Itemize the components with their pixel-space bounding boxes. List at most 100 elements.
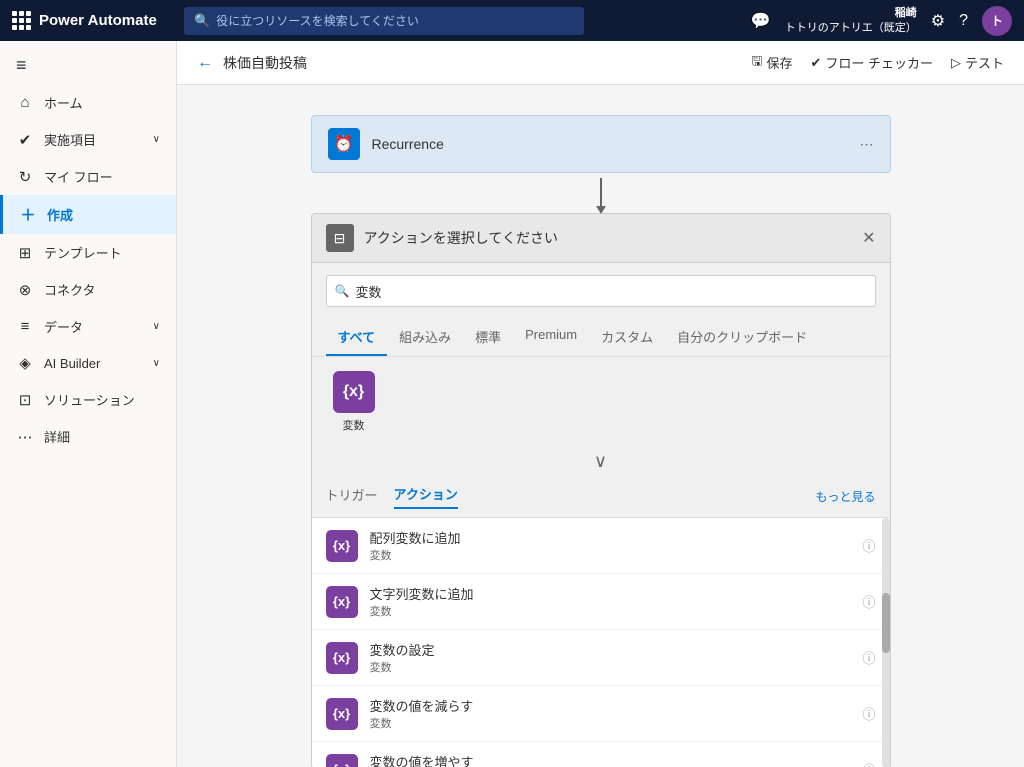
sidebar-item-label: 実施項目 <box>44 130 96 149</box>
action-text: 文字列変数に追加 変数 <box>370 584 851 619</box>
settings-icon[interactable]: ⚙ <box>931 11 945 31</box>
flow-connector <box>237 173 964 213</box>
user-label: 稲崎 <box>785 6 917 20</box>
action-item-increment[interactable]: {x} 変数の値を増やす 変数 ⓘ <box>312 742 890 767</box>
recurrence-step[interactable]: ⏰ Recurrence ⋯ <box>311 115 891 173</box>
action-text: 配列変数に追加 変数 <box>370 528 851 563</box>
home-icon: ⌂ <box>16 94 34 111</box>
more-button[interactable]: もっと見る <box>815 488 875 505</box>
action-panel: ⊟ アクションを選択してください ✕ 🔍 変数 すべて 組み込み 標準 Prem… <box>311 213 891 767</box>
back-button[interactable]: ← <box>197 54 213 72</box>
action-panel-header: ⊟ アクションを選択してください ✕ <box>312 214 890 263</box>
sidebar-item-data[interactable]: ≡ データ ∨ <box>0 308 176 345</box>
tab-all[interactable]: すべて <box>326 319 388 356</box>
sidebar-item-label: テンプレート <box>44 243 122 262</box>
scrollbar-thumb[interactable] <box>882 593 890 653</box>
sidebar-item-label: マイ フロー <box>44 167 113 186</box>
search-input[interactable] <box>216 14 574 28</box>
list-tab-triggers[interactable]: トリガー <box>326 485 378 508</box>
action-icon: {x} <box>326 586 358 618</box>
action-icon: {x} <box>326 642 358 674</box>
flow-checker-label: フロー チェッカー <box>825 53 933 72</box>
action-sub: 変数 <box>370 603 851 619</box>
help-icon[interactable]: ? <box>959 12 968 30</box>
sidebar-item-aibuilder[interactable]: ◈ AI Builder ∨ <box>0 345 176 381</box>
user-org: トトリのアトリエ（既定） <box>785 21 917 35</box>
global-search[interactable]: 🔍 <box>184 7 584 35</box>
templates-icon: ⊞ <box>16 244 34 262</box>
sidebar: ≡ ⌂ ホーム ✔ 実施項目 ∨ ↻ マイ フロー ＋ 作成 ⊞ テンプレート … <box>0 41 177 767</box>
tab-builtin[interactable]: 組み込み <box>387 319 463 356</box>
action-item-decrement[interactable]: {x} 変数の値を減らす 変数 ⓘ <box>312 686 890 742</box>
info-icon[interactable]: ⓘ <box>862 648 875 667</box>
action-text: 変数の値を減らす 変数 <box>370 696 851 731</box>
info-icon[interactable]: ⓘ <box>862 592 875 611</box>
search-icon: 🔍 <box>335 284 350 298</box>
info-icon[interactable]: ⓘ <box>862 704 875 723</box>
save-button[interactable]: 🖫 保存 <box>751 52 792 74</box>
sidebar-item-myflows[interactable]: ↻ マイ フロー <box>0 158 176 195</box>
sidebar-item-label: 詳細 <box>44 427 70 446</box>
action-name: 配列変数に追加 <box>370 528 851 547</box>
test-button[interactable]: ▷ テスト <box>951 53 1004 72</box>
sidebar-toggle[interactable]: ≡ <box>0 47 176 84</box>
action-name: 変数の設定 <box>370 640 851 659</box>
sidebar-item-create[interactable]: ＋ 作成 <box>0 195 176 234</box>
save-icon: 🖫 <box>751 52 762 74</box>
action-icons-grid: {x} 変数 <box>312 357 890 447</box>
sidebar-item-label: 作成 <box>47 205 73 224</box>
action-tabs: すべて 組み込み 標準 Premium カスタム 自分のクリップボード <box>312 319 890 357</box>
flows-icon: ↻ <box>16 168 34 186</box>
close-button[interactable]: ✕ <box>862 228 875 248</box>
action-text: 変数の値を増やす 変数 <box>370 752 851 767</box>
action-list-wrapper: {x} 配列変数に追加 変数 ⓘ {x} 文字列変数に追加 変数 <box>312 518 890 767</box>
action-icon: {x} <box>326 530 358 562</box>
sidebar-item-home[interactable]: ⌂ ホーム <box>0 84 176 121</box>
sidebar-item-label: データ <box>44 317 83 336</box>
panel-header-icon: ⊟ <box>326 224 354 252</box>
variables-icon-item[interactable]: {x} 変数 <box>326 371 382 433</box>
scrollbar-track[interactable] <box>882 518 890 767</box>
action-icon: {x} <box>326 754 358 767</box>
sidebar-item-solutions[interactable]: ⊡ ソリューション <box>0 381 176 418</box>
tab-standard[interactable]: 標準 <box>463 319 513 356</box>
variables-icon-box: {x} <box>333 371 375 413</box>
tab-custom[interactable]: カスタム <box>589 319 665 356</box>
flow-arrow <box>600 178 602 208</box>
sidebar-item-templates[interactable]: ⊞ テンプレート <box>0 234 176 271</box>
action-sub: 変数 <box>370 715 851 731</box>
action-list-header: トリガー アクション もっと見る <box>312 476 890 518</box>
expand-button[interactable]: ∨ <box>312 447 890 476</box>
waffle-icon[interactable] <box>12 11 31 30</box>
app-body: ≡ ⌂ ホーム ✔ 実施項目 ∨ ↻ マイ フロー ＋ 作成 ⊞ テンプレート … <box>0 41 1024 767</box>
info-icon[interactable]: ⓘ <box>862 536 875 555</box>
action-search-input[interactable]: 変数 <box>355 284 866 299</box>
sidebar-item-more[interactable]: ⋯ 詳細 <box>0 418 176 455</box>
tab-premium[interactable]: Premium <box>513 319 589 356</box>
list-tab-actions[interactable]: アクション <box>394 484 458 509</box>
chat-icon[interactable]: 💬 <box>751 11 771 31</box>
header-right: 💬 稲崎 トトリのアトリエ（既定） ⚙ ? ト <box>751 6 1012 36</box>
action-name: 変数の値を増やす <box>370 752 851 767</box>
chevron-down-icon: ∨ <box>153 134 160 145</box>
test-label: テスト <box>965 53 1004 72</box>
action-sub: 変数 <box>370 659 851 675</box>
action-item-append-array[interactable]: {x} 配列変数に追加 変数 ⓘ <box>312 518 890 574</box>
connectors-icon: ⊗ <box>16 281 34 299</box>
tab-clipboard[interactable]: 自分のクリップボード <box>665 319 819 356</box>
action-text: 変数の設定 変数 <box>370 640 851 675</box>
sidebar-item-label: ソリューション <box>44 390 135 409</box>
sidebar-item-tasks[interactable]: ✔ 実施項目 ∨ <box>0 121 176 158</box>
user-info: 稲崎 トトリのアトリエ（既定） <box>785 6 917 35</box>
action-item-set-variable[interactable]: {x} 変数の設定 変数 ⓘ <box>312 630 890 686</box>
action-name: 文字列変数に追加 <box>370 584 851 603</box>
brand-name: Power Automate <box>39 12 157 29</box>
info-icon[interactable]: ⓘ <box>862 760 875 767</box>
more-options-icon[interactable]: ⋯ <box>860 136 874 153</box>
action-item-append-string[interactable]: {x} 文字列変数に追加 変数 ⓘ <box>312 574 890 630</box>
sidebar-item-connectors[interactable]: ⊗ コネクタ <box>0 271 176 308</box>
more-icon: ⋯ <box>16 428 34 446</box>
flow-checker-button[interactable]: ✔ フロー チェッカー <box>810 53 933 72</box>
avatar[interactable]: ト <box>982 6 1012 36</box>
sub-header: ← 株価自動投稿 🖫 保存 ✔ フロー チェッカー ▷ テスト <box>177 41 1024 85</box>
